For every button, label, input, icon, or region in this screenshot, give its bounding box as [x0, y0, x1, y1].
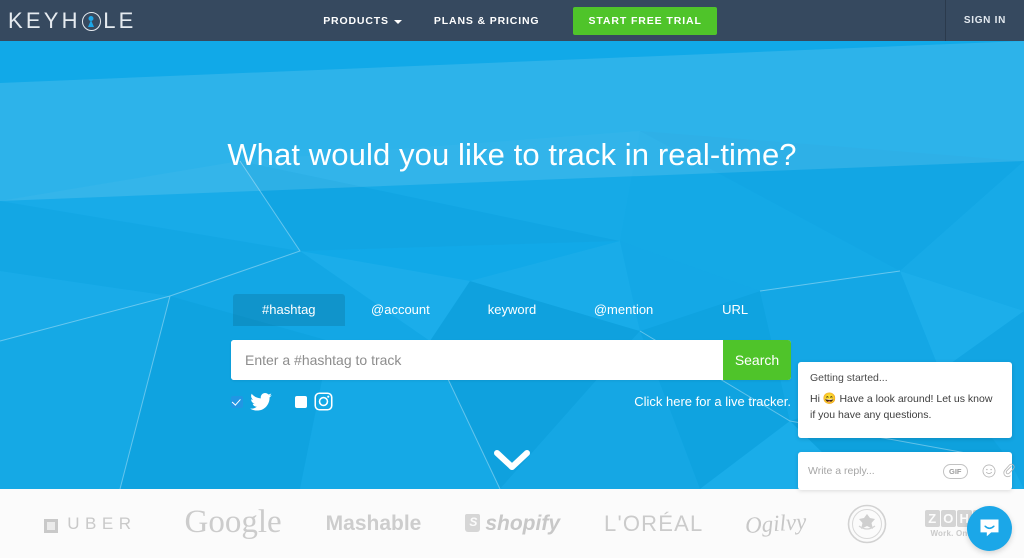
logo-google: Google — [184, 488, 281, 557]
instagram-option[interactable] — [295, 392, 333, 411]
search-bar: Search — [231, 340, 791, 380]
nav-links-group: PRODUCTS PLANS & PRICING START FREE TRIA… — [0, 0, 1024, 41]
sign-in-link[interactable]: SIGN IN — [946, 0, 1024, 41]
start-free-trial-button[interactable]: START FREE TRIAL — [573, 6, 717, 35]
zoho-letter-o1: O — [940, 509, 956, 527]
nav-item-products-label: PRODUCTS — [323, 14, 389, 27]
tab-hashtag[interactable]: #hashtag — [233, 294, 345, 326]
network-options: Click here for a live tracker. — [231, 392, 791, 411]
twitter-option[interactable] — [231, 392, 272, 411]
logo-ogilvy-label: Ogilvy — [744, 508, 808, 538]
logo-text-after: LE — [103, 7, 137, 33]
top-navigation-bar: KEYH LE PRODUCTS PLANS & PRICING START F… — [0, 0, 1024, 41]
chevron-down-icon — [494, 450, 530, 470]
keyhole-icon — [81, 12, 101, 31]
nav-item-plans-pricing-label: PLANS & PRICING — [433, 14, 540, 27]
logo-shopify-label: shopify — [485, 511, 561, 535]
logo-uber: UBER — [44, 489, 136, 558]
chat-bubble-icon — [980, 519, 999, 537]
search-type-tabs: #hashtag @account keyword @mention URL — [233, 294, 791, 326]
uber-cube-icon — [44, 518, 59, 533]
twitter-checkbox[interactable] — [231, 395, 243, 408]
tab-account[interactable]: @account — [345, 294, 457, 326]
logo-loreal: L'ORÉAL — [604, 489, 703, 558]
hero-section: What would you like to track in real-tim… — [0, 41, 1024, 489]
chat-launcher-button[interactable] — [967, 506, 1012, 551]
hero-headline: What would you like to track in real-tim… — [227, 137, 797, 172]
logo-us-government-seal — [847, 489, 887, 558]
logo-ogilvy: Ogilvy — [743, 487, 809, 558]
shopify-bag-icon — [465, 513, 481, 532]
tab-keyword[interactable]: keyword — [456, 294, 568, 326]
customer-logo-strip: UBER Google Mashable shopify L'ORÉAL Ogi… — [0, 489, 1024, 558]
logo-text-before: KEYH — [8, 7, 81, 33]
logo-loreal-label: L'ORÉAL — [604, 510, 704, 536]
live-tracker-link[interactable]: Click here for a live tracker. — [634, 394, 791, 409]
nav-item-plans-pricing[interactable]: PLANS & PRICING — [418, 15, 556, 27]
logo-mashable-label: Mashable — [325, 511, 422, 535]
search-input[interactable] — [231, 340, 723, 380]
logo-shopify: shopify — [465, 489, 560, 558]
hero-content: What would you like to track in real-tim… — [0, 41, 1024, 489]
search-button[interactable]: Search — [723, 340, 791, 380]
zoho-letter-z: Z — [924, 509, 940, 527]
twitter-icon — [250, 392, 272, 411]
instagram-icon — [314, 392, 333, 411]
page-root: KEYH LE PRODUCTS PLANS & PRICING START F… — [0, 0, 1024, 558]
tab-url[interactable]: URL — [679, 294, 791, 326]
instagram-checkbox[interactable] — [295, 395, 307, 408]
logo-uber-label: UBER — [67, 513, 137, 533]
us-seal-icon — [847, 504, 887, 543]
tab-mention[interactable]: @mention — [568, 294, 680, 326]
signin-group: SIGN IN — [944, 0, 1024, 41]
scroll-down-button[interactable] — [0, 450, 1024, 477]
chevron-down-icon — [393, 19, 402, 24]
logo-google-label: Google — [184, 504, 282, 540]
nav-item-products[interactable]: PRODUCTS — [307, 15, 418, 27]
keyhole-logo[interactable]: KEYH LE — [8, 0, 137, 41]
logo-mashable: Mashable — [326, 489, 422, 558]
